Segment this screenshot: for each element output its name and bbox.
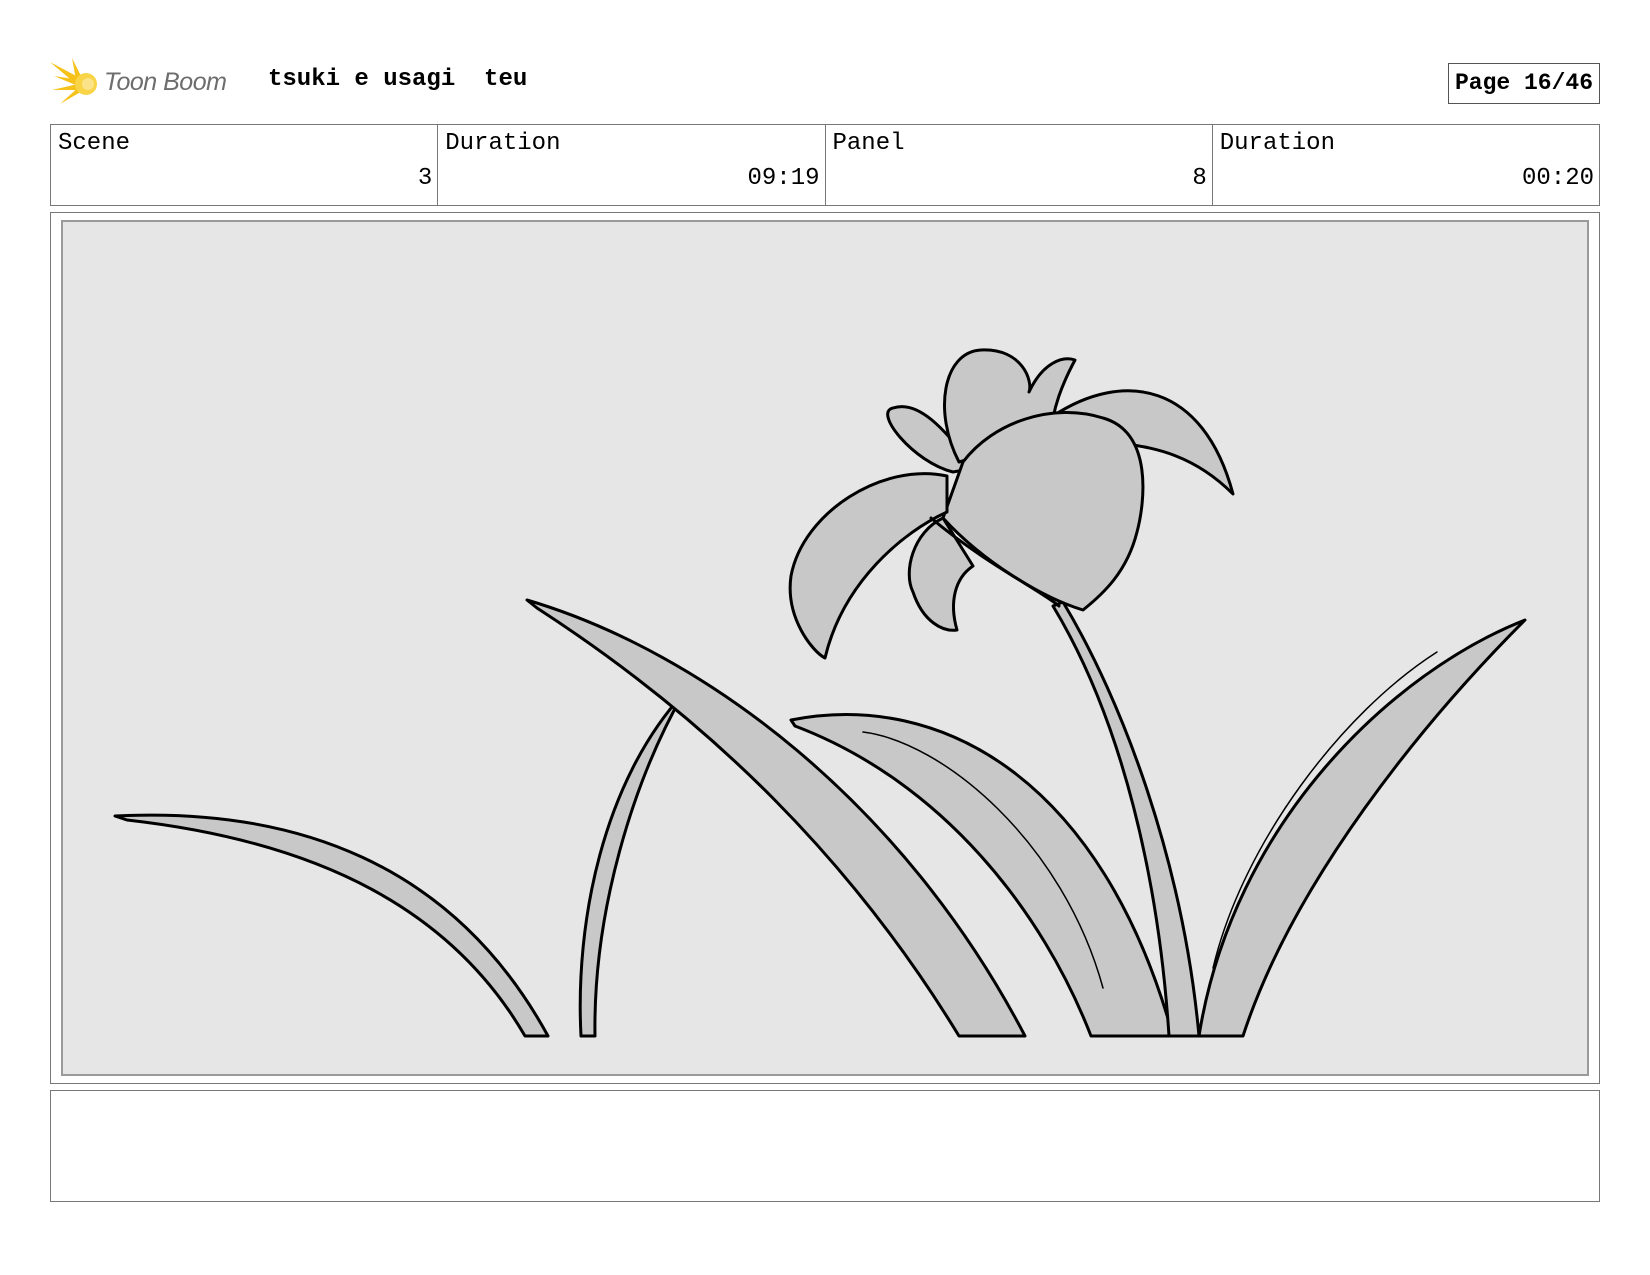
leaf-thin-upright — [578, 692, 685, 1038]
scene-cell: Scene 3 — [51, 125, 437, 205]
scene-info-table: Scene 3 Duration 09:19 Panel 8 Duration … — [50, 124, 1600, 206]
panel-duration-label: Duration — [1219, 130, 1335, 157]
panel-frame — [50, 212, 1600, 1084]
panel-value: 8 — [1192, 165, 1207, 192]
toon-boom-logo: Toon Boom — [50, 56, 227, 108]
panel-cell: Panel 8 — [824, 125, 1212, 205]
project-title: tsuki e usagi teu — [268, 66, 528, 93]
lily-sketch — [113, 348, 1527, 1038]
panel-drawing-area — [61, 220, 1589, 1076]
panel-notes-box — [50, 1090, 1600, 1202]
panel-duration-value: 00:20 — [1521, 165, 1594, 192]
logo-text: Toon Boom — [104, 67, 227, 96]
sunburst-logo-icon — [50, 58, 97, 104]
panel-label: Panel — [832, 130, 905, 157]
page-number: Page 16/46 — [1447, 63, 1600, 104]
scene-duration-value: 09:19 — [747, 165, 820, 192]
leaf-left-low — [113, 813, 550, 1038]
leaf-right-broad — [1197, 618, 1527, 1038]
scene-duration-label: Duration — [445, 130, 561, 157]
scene-label: Scene — [58, 130, 131, 157]
scene-duration-cell: Duration 09:19 — [437, 125, 824, 205]
panel-duration-cell: Duration 00:20 — [1211, 125, 1599, 205]
scene-value: 3 — [417, 165, 433, 192]
storyboard-header: Toon Boom tsuki e usagi teu Page 16/46 — [50, 52, 1600, 112]
